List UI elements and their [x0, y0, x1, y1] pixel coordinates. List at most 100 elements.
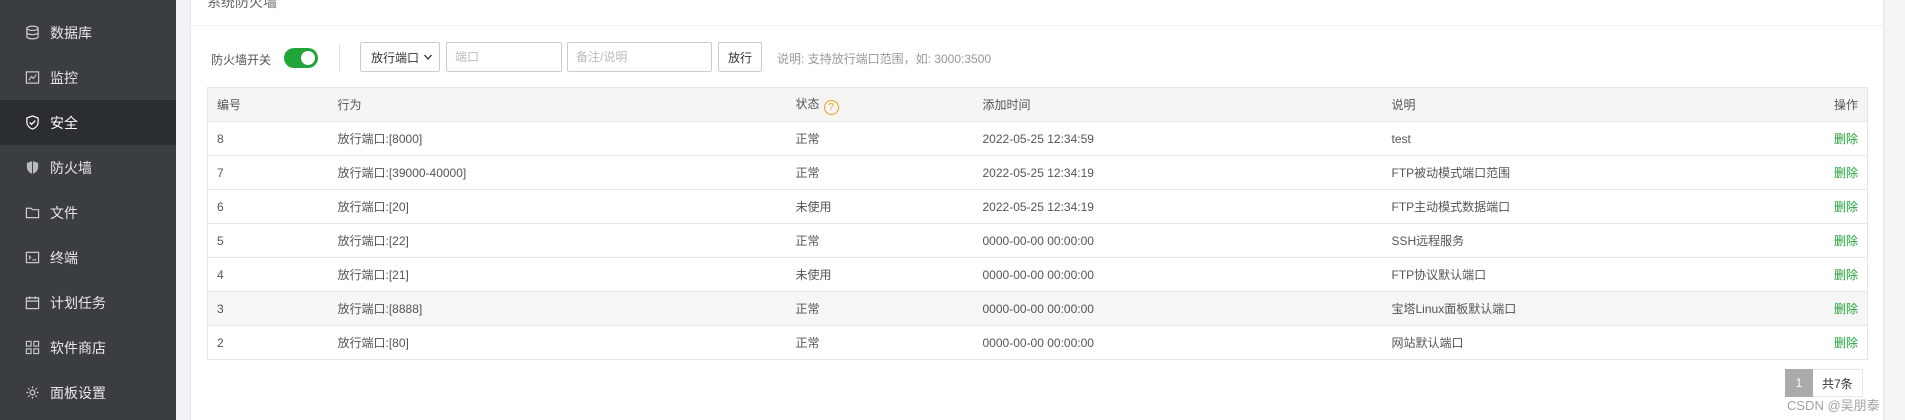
sidebar-item-panel-settings[interactable]: 面板设置 — [0, 370, 176, 415]
table-row: 2 放行端口:[80] 正常 0000-00-00 00:00:00 网站默认端… — [207, 325, 1868, 360]
cell-action: 放行端口:[39000-40000] — [328, 155, 787, 190]
delete-link[interactable]: 删除 — [1834, 200, 1858, 214]
sidebar-item-label: 数据库 — [50, 24, 92, 41]
page-1-button[interactable]: 1 — [1785, 369, 1813, 397]
panel-title: 系统防火墙 — [207, 0, 277, 10]
firewall-toggle[interactable] — [284, 48, 318, 68]
sidebar-item-label: 监控 — [50, 69, 78, 86]
firewall-toolbar: 防火墙开关 放行端口 放行 说明: 支持放行端口范围，如: 3000:3500 — [191, 40, 1883, 76]
title-divider — [191, 25, 1883, 26]
table-row: 6 放行端口:[20] 未使用 2022-05-25 12:34:19 FTP主… — [207, 189, 1868, 224]
sidebar: 数据库 监控 安全 防火墙 文件 终端 计划任务 软件商店 面板设置 — [0, 0, 176, 420]
monitor-icon — [24, 70, 40, 86]
sidebar-item-cron[interactable]: 计划任务 — [0, 280, 176, 325]
cell-note: 网站默认端口 — [1382, 325, 1816, 360]
cell-time: 0000-00-00 00:00:00 — [973, 223, 1383, 258]
cell-time: 0000-00-00 00:00:00 — [973, 257, 1383, 292]
delete-link[interactable]: 删除 — [1834, 336, 1858, 350]
firewall-panel: 系统防火墙 防火墙开关 放行端口 放行 说明: 支持放行端口范围，如: 3000… — [190, 0, 1884, 420]
delete-link[interactable]: 删除 — [1834, 234, 1858, 248]
table-row: 3 放行端口:[8888] 正常 0000-00-00 00:00:00 宝塔L… — [207, 291, 1868, 326]
sidebar-item-label: 面板设置 — [50, 384, 106, 401]
firewall-toggle-label: 防火墙开关 — [211, 53, 272, 67]
cell-status: 未使用 — [786, 189, 974, 224]
total-count: 共7条 — [1813, 369, 1863, 397]
pagination: 1 共7条 — [1785, 369, 1863, 397]
cell-status: 正常 — [786, 121, 974, 156]
table-header-row: 编号 行为 状态? 添加时间 说明 操作 — [207, 87, 1868, 122]
cell-time: 2022-05-25 12:34:19 — [973, 189, 1383, 224]
sidebar-item-monitor[interactable]: 监控 — [0, 55, 176, 100]
sidebar-item-label: 防火墙 — [50, 159, 92, 176]
gear-icon — [24, 385, 40, 401]
apps-grid-icon — [24, 340, 40, 356]
action-select[interactable]: 放行端口 — [360, 42, 440, 72]
cell-note: SSH远程服务 — [1382, 223, 1816, 258]
table-row: 4 放行端口:[21] 未使用 0000-00-00 00:00:00 FTP协… — [207, 257, 1868, 292]
sidebar-item-label: 软件商店 — [50, 339, 106, 356]
table-row: 5 放行端口:[22] 正常 0000-00-00 00:00:00 SSH远程… — [207, 223, 1868, 258]
cell-note: FTP主动模式数据端口 — [1382, 189, 1816, 224]
toggle-knob — [301, 51, 315, 65]
cell-action: 放行端口:[80] — [328, 325, 787, 360]
col-header-time: 添加时间 — [973, 87, 1383, 122]
cell-status: 正常 — [786, 155, 974, 190]
scrollbar-gutter[interactable] — [1885, 0, 1905, 420]
cell-action: 放行端口:[22] — [328, 223, 787, 258]
cell-id: 4 — [207, 257, 329, 292]
sidebar-item-security[interactable]: 安全 — [0, 100, 176, 145]
cell-id: 3 — [207, 291, 329, 326]
cell-note: FTP被动模式端口范围 — [1382, 155, 1816, 190]
cell-note: test — [1382, 121, 1816, 156]
sidebar-item-firewall[interactable]: 防火墙 — [0, 145, 176, 190]
col-header-status-label: 状态 — [795, 96, 820, 111]
cell-time: 0000-00-00 00:00:00 — [973, 291, 1383, 326]
chevron-down-icon — [424, 54, 432, 60]
cell-id: 6 — [207, 189, 329, 224]
cell-action: 放行端口:[20] — [328, 189, 787, 224]
firewall-shield-icon — [24, 160, 40, 176]
port-input[interactable] — [446, 42, 562, 72]
sidebar-item-label: 安全 — [50, 114, 78, 131]
table-row: 8 放行端口:[8000] 正常 2022-05-25 12:34:59 tes… — [207, 121, 1868, 156]
cell-time: 0000-00-00 00:00:00 — [973, 325, 1383, 360]
shield-check-icon — [24, 115, 40, 131]
terminal-icon — [24, 250, 40, 266]
cell-note: 宝塔Linux面板默认端口 — [1382, 291, 1816, 326]
cell-status: 正常 — [786, 325, 974, 360]
sidebar-item-files[interactable]: 文件 — [0, 190, 176, 235]
action-select-value: 放行端口 — [371, 50, 420, 65]
sidebar-item-label: 文件 — [50, 204, 78, 221]
port-range-hint: 说明: 支持放行端口范围，如: 3000:3500 — [777, 52, 992, 66]
delete-link[interactable]: 删除 — [1834, 132, 1858, 146]
col-header-id: 编号 — [207, 87, 329, 122]
cell-status: 正常 — [786, 291, 974, 326]
table-row: 7 放行端口:[39000-40000] 正常 2022-05-25 12:34… — [207, 155, 1868, 190]
cell-id: 8 — [207, 121, 329, 156]
csdn-watermark: CSDN @吴朋泰 — [1787, 398, 1880, 413]
cell-action: 放行端口:[21] — [328, 257, 787, 292]
sidebar-item-terminal[interactable]: 终端 — [0, 235, 176, 280]
note-input[interactable] — [567, 42, 712, 72]
cell-time: 2022-05-25 12:34:19 — [973, 155, 1383, 190]
cell-time: 2022-05-25 12:34:59 — [973, 121, 1383, 156]
col-header-status: 状态? — [786, 87, 974, 122]
sidebar-item-app-store[interactable]: 软件商店 — [0, 325, 176, 370]
cell-action: 放行端口:[8000] — [328, 121, 787, 156]
delete-link[interactable]: 删除 — [1834, 268, 1858, 282]
sidebar-item-label: 计划任务 — [50, 294, 106, 311]
delete-link[interactable]: 删除 — [1834, 166, 1858, 180]
sidebar-item-label: 终端 — [50, 249, 78, 266]
sidebar-item-database[interactable]: 数据库 — [0, 10, 176, 55]
cell-note: FTP协议默认端口 — [1382, 257, 1816, 292]
cell-status: 正常 — [786, 223, 974, 258]
cell-id: 2 — [207, 325, 329, 360]
allow-port-button[interactable]: 放行 — [718, 42, 762, 72]
cell-id: 5 — [207, 223, 329, 258]
help-icon[interactable]: ? — [823, 99, 839, 115]
cell-status: 未使用 — [786, 257, 974, 292]
col-header-action: 行为 — [328, 87, 787, 122]
cell-id: 7 — [207, 155, 329, 190]
database-icon — [24, 25, 40, 41]
delete-link[interactable]: 删除 — [1834, 302, 1858, 316]
